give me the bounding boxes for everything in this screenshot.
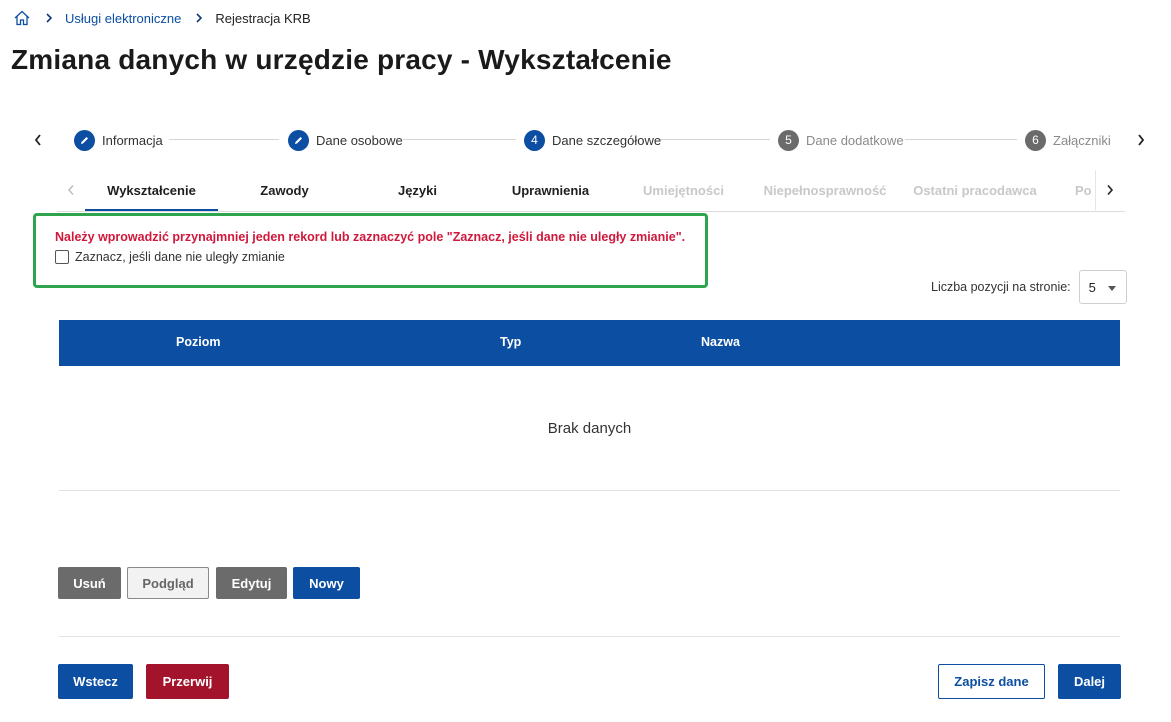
tab-uprawnienia[interactable]: Uprawnienia xyxy=(484,170,617,210)
step-label: Dane szczegółowe xyxy=(552,132,662,148)
step-connector xyxy=(169,139,279,140)
step-dane-szczegolowe[interactable]: 4 Dane szczegółowe xyxy=(524,129,661,151)
no-changes-checkbox-row[interactable]: Zaznacz, jeśli dane nie uległy zmianie xyxy=(55,250,285,264)
column-header-poziom[interactable]: Poziom xyxy=(176,335,220,349)
step-dane-osobowe[interactable]: Dane osobowe xyxy=(288,129,403,151)
tab-ostatni-pracodawca: Ostatni pracodawca xyxy=(913,182,1037,198)
step-connector xyxy=(658,139,770,140)
step-label: Załączniki xyxy=(1053,132,1111,148)
save-button[interactable]: Zapisz dane xyxy=(938,664,1045,699)
preview-button[interactable]: Podgląd xyxy=(127,567,209,599)
table-empty-state: Brak danych xyxy=(59,366,1120,491)
per-page-select[interactable]: 5 xyxy=(1078,270,1127,304)
chevron-right-icon xyxy=(45,13,53,23)
per-page-value: 5 xyxy=(1088,279,1096,295)
breadcrumb-current: Rejestracja KRB xyxy=(215,10,311,26)
alert-message: Należy wprowadzić przynajmniej jeden rek… xyxy=(55,230,686,244)
chevron-right-icon xyxy=(1138,134,1145,146)
step-number: 5 xyxy=(778,129,799,151)
step-label: Dane osobowe xyxy=(316,132,403,148)
pencil-icon xyxy=(288,129,309,151)
next-button[interactable]: Dalej xyxy=(1058,664,1121,699)
step-connector xyxy=(905,139,1017,140)
step-zalaczniki[interactable]: 6 Załączniki xyxy=(1025,129,1111,151)
step-dane-dodatkowe[interactable]: 5 Dane dodatkowe xyxy=(778,129,904,151)
tab-wyksztalcenie[interactable]: Wykształcenie xyxy=(85,170,218,211)
per-page-label: Liczba pozycji na stronie: xyxy=(931,280,1071,294)
no-changes-checkbox-label: Zaznacz, jeśli dane nie uległy zmianie xyxy=(75,250,285,264)
stepper-prev-button[interactable] xyxy=(28,130,48,150)
stepper: Informacja Dane osobowe 4 Dane szczegóło… xyxy=(0,124,1171,156)
step-number: 4 xyxy=(524,129,545,151)
abort-button[interactable]: Przerwij xyxy=(146,664,229,699)
step-label: Dane dodatkowe xyxy=(806,132,904,148)
table-header: Poziom Typ Nazwa xyxy=(59,320,1120,366)
caret-down-icon xyxy=(1107,286,1116,291)
stepper-next-button[interactable] xyxy=(1131,130,1151,150)
validation-alert: Należy wprowadzić przynajmniej jeden rek… xyxy=(33,213,708,288)
step-informacja[interactable]: Informacja xyxy=(74,129,163,151)
new-button[interactable]: Nowy xyxy=(293,567,360,599)
column-header-typ[interactable]: Typ xyxy=(500,335,521,349)
chevron-right-icon xyxy=(1106,184,1113,196)
no-changes-checkbox[interactable] xyxy=(55,250,69,264)
tab-zawody[interactable]: Zawody xyxy=(218,170,351,210)
tab-umiejetnosci: Umiejętności xyxy=(643,182,724,198)
tabs-prev-button[interactable] xyxy=(57,170,85,210)
column-header-nazwa[interactable]: Nazwa xyxy=(701,335,740,349)
delete-button[interactable]: Usuń xyxy=(58,567,121,599)
chevron-left-icon xyxy=(68,185,74,195)
back-button[interactable]: Wstecz xyxy=(58,664,133,699)
breadcrumb: Usługi elektroniczne Rejestracja KRB xyxy=(13,8,311,28)
tabs-bar: Wykształcenie Zawody Języki Uprawnienia … xyxy=(57,170,1125,212)
tab-more: Po xyxy=(1075,182,1092,198)
page-title: Zmiana danych w urzędzie pracy - Wykszta… xyxy=(11,44,672,75)
home-icon[interactable] xyxy=(13,9,31,27)
breadcrumb-link-services[interactable]: Usługi elektroniczne xyxy=(65,11,181,26)
edit-button[interactable]: Edytuj xyxy=(216,567,287,599)
per-page-control: Liczba pozycji na stronie: 5 xyxy=(931,270,1127,304)
chevron-right-icon xyxy=(195,13,203,23)
pencil-icon xyxy=(74,129,95,151)
tab-niepelnosprawnosc: Niepełnosprawność xyxy=(763,182,887,198)
divider xyxy=(59,636,1120,637)
tab-jezyki[interactable]: Języki xyxy=(351,170,484,210)
step-connector xyxy=(403,139,516,140)
step-label: Informacja xyxy=(102,132,163,148)
tabs-next-button[interactable] xyxy=(1095,170,1123,210)
step-number: 6 xyxy=(1025,129,1046,151)
tabs-scroll-area: Wykształcenie Zawody Języki Uprawnienia … xyxy=(85,170,1093,211)
chevron-left-icon xyxy=(34,134,41,146)
